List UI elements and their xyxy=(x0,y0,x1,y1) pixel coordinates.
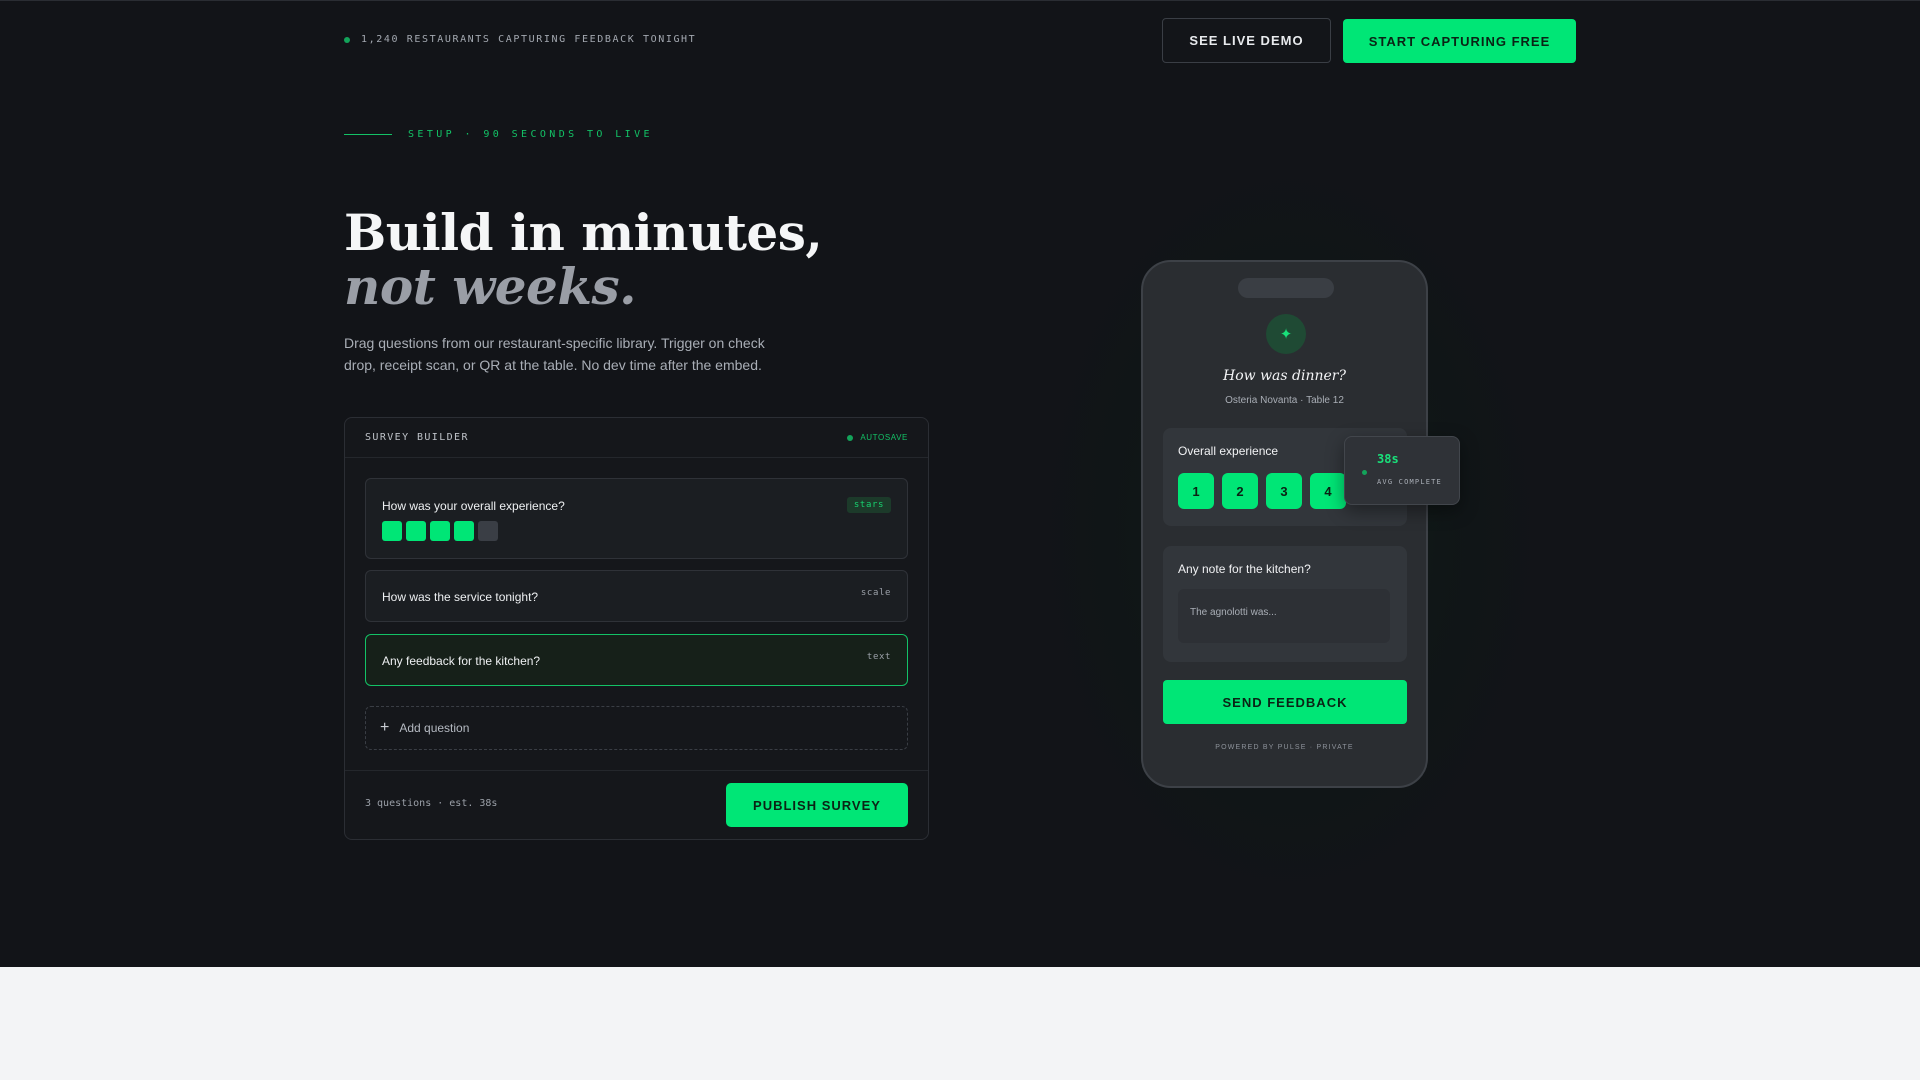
sparkle-icon: ✦ xyxy=(1266,314,1306,354)
star-empty-icon xyxy=(478,521,498,541)
rating-option[interactable]: 1 xyxy=(1178,473,1214,509)
title-line-1: Build in minutes, xyxy=(344,203,823,262)
see-live-demo-button[interactable]: SEE LIVE DEMO xyxy=(1162,18,1331,63)
page-title: Build in minutes, not weeks. xyxy=(344,203,823,316)
rating-option[interactable]: 2 xyxy=(1222,473,1258,509)
survey-subtitle: Osteria Novanta · Table 12 xyxy=(1225,395,1344,406)
start-capturing-button[interactable]: START CAPTURING FREE xyxy=(1343,19,1576,63)
title-line-2: not weeks. xyxy=(344,257,637,316)
powered-by: POWERED BY PULSE · PRIVATE xyxy=(1215,744,1354,751)
autosave-label: AUTOSAVE xyxy=(860,433,908,442)
question-label: How was your overall experience? xyxy=(382,499,565,513)
builder-header: SURVEY BUILDER AUTOSAVE xyxy=(345,418,928,458)
publish-survey-button[interactable]: PUBLISH SURVEY xyxy=(726,783,908,827)
rating-option[interactable]: 4 xyxy=(1310,473,1346,509)
plus-icon: + xyxy=(380,719,390,736)
survey-title: How was dinner? xyxy=(1223,368,1346,384)
question-label: Any feedback for the kitchen? xyxy=(382,654,541,668)
avg-complete-toast: 38s AVG COMPLETE xyxy=(1344,436,1460,505)
add-question-button[interactable]: + Add question xyxy=(365,706,908,750)
eyebrow: SETUP · 90 SECONDS TO LIVE xyxy=(344,129,653,140)
add-question-label: Add question xyxy=(399,721,470,735)
live-status-text: 1,240 RESTAURANTS CAPTURING FEEDBACK TON… xyxy=(361,34,697,45)
send-feedback-button[interactable]: SEND FEEDBACK xyxy=(1163,680,1407,724)
question-type-badge: scale xyxy=(860,588,891,598)
toast-dot-icon xyxy=(1362,470,1367,475)
question-label: How was the service tonight? xyxy=(382,590,539,604)
note-card-label: Any note for the kitchen? xyxy=(1178,562,1311,576)
star-icon xyxy=(406,521,426,541)
question-card[interactable]: How was your overall experience? stars xyxy=(365,478,908,559)
toast-label: AVG COMPLETE xyxy=(1377,478,1442,486)
builder-footer: 3 questions · est. 38s PUBLISH SURVEY xyxy=(345,770,928,840)
autosave-indicator: AUTOSAVE xyxy=(847,433,908,442)
question-card[interactable]: How was the service tonight? scale xyxy=(365,570,908,622)
eyebrow-text: SETUP · 90 SECONDS TO LIVE xyxy=(408,129,653,140)
star-icon xyxy=(382,521,402,541)
star-rating-preview xyxy=(382,521,498,541)
phone-preview: ✦ How was dinner? Osteria Novanta · Tabl… xyxy=(1141,260,1428,788)
hero-section: 1,240 RESTAURANTS CAPTURING FEEDBACK TON… xyxy=(0,0,1920,967)
lead-paragraph: Drag questions from our restaurant-speci… xyxy=(344,335,765,373)
survey-meta: 3 questions · est. 38s xyxy=(365,798,498,809)
star-icon xyxy=(430,521,450,541)
rating-card-label: Overall experience xyxy=(1178,444,1279,458)
toast-value: 38s xyxy=(1377,452,1399,466)
question-type-badge: stars xyxy=(846,497,891,513)
rating-options: 1 2 3 4 xyxy=(1178,473,1346,509)
note-card: Any note for the kitchen? The agnolotti … xyxy=(1163,546,1407,662)
live-status: 1,240 RESTAURANTS CAPTURING FEEDBACK TON… xyxy=(344,34,696,45)
kitchen-note-input[interactable]: The agnolotti was... xyxy=(1178,589,1390,643)
star-icon xyxy=(454,521,474,541)
survey-builder: SURVEY BUILDER AUTOSAVE How was your ove… xyxy=(344,417,929,840)
rating-option[interactable]: 3 xyxy=(1266,473,1302,509)
autosave-dot-icon xyxy=(847,434,854,441)
phone-notch xyxy=(1238,278,1334,298)
question-card-selected[interactable]: Any feedback for the kitchen? text xyxy=(365,634,908,686)
question-type-badge: text xyxy=(866,652,891,662)
builder-title: SURVEY BUILDER xyxy=(365,432,469,443)
live-dot-icon xyxy=(344,36,350,43)
eyebrow-line xyxy=(344,134,392,135)
